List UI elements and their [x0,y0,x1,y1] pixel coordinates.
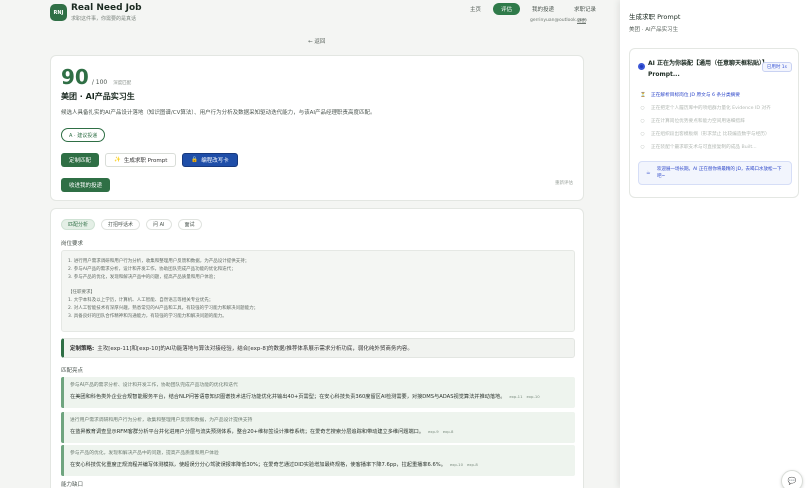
jd-line: 1. 大学本科及以上学历，计算机、人工智能、自然语言等相关专业优先； [68,297,214,303]
highlight-item: 进行用户需求调研和用户行为分析，收集和整理用户反馈和数据，为产品设计提供支持 在… [61,412,575,443]
progress-step: ○ 正在把定个人履历库中的项组群力量化 Evidence ID 对齐 [640,105,771,112]
step-label: 正在组织段出客模板纲（形求禁止 比较编造数字与经历） [651,132,770,137]
logo-icon[interactable]: RNJ [50,4,67,21]
re-evaluate-link[interactable]: 重新评估 [555,180,573,186]
pending-icon: ○ [640,144,645,150]
evidence-tag[interactable]: exp-8 [443,429,454,434]
tab-interview[interactable]: 面试 [177,219,202,230]
jd-line [68,281,568,289]
evidence-tag[interactable]: exp-11 [509,394,522,399]
elapsed-text: 已用时 1s [766,65,787,70]
score-block: 90 / 100 深度匹配 [61,65,131,89]
highlight-item: 参与产品的优化，发现和解决产品中的问题，提高产品质量和用户体验 在安心科技优化重… [61,445,575,476]
highlights-label: 匹配亮点 [61,368,84,374]
top-nav: 主页 评估 我的投递 求职记录 [462,3,604,15]
custom-strategy-box: 定制策略: 主攻[exp-11]和[exp-10]的AI功能落地与算法对接经验，… [61,338,575,358]
info-box: ☕ 欢迎展一场长期。AI 正在替你将最精的 JD，去喝口水放松一下吧~ [638,161,792,185]
nav-job-history[interactable]: 求职记录 [566,3,604,15]
nav-my-applications[interactable]: 我的投递 [524,3,562,15]
highlight-title: 参与AI产品的需求分析、设计和开发工作，协助团队完成产品功能的优化和迭代 [70,383,238,388]
elapsed-badge: 已用时 1s [761,62,792,72]
score-label: 深度匹配 [113,81,132,86]
back-link[interactable]: ← 返回 [308,37,325,45]
progress-step: ○ 正在装配个最求职支术与可直接复制的成品 Built... [640,144,757,151]
custom-strategy-label: 定制策略: [70,346,95,352]
nav-home[interactable]: 主页 [462,3,489,15]
collect-button[interactable]: 收进我的投递 [61,178,111,192]
custom-strategy-text: 主攻[exp-11]和[exp-10]的AI功能落地与算法对接经验，结合[exp… [97,346,413,352]
pending-icon: ○ [640,105,645,111]
highlight-text-row: 在安心科技优化重度正规流程并编写体测模拟，使超误分分心驾驶误报率降低30%；在爱… [70,461,569,468]
jd-line: 【任职要求】 [68,290,95,296]
custom-resume-label: 编程改写卡 [201,158,229,164]
score-total: / 100 [91,79,108,86]
loading-spinner-icon [638,63,645,70]
status-title: AI 正在为你装配【通用（任意聊天框粘贴）】Prompt... [648,60,765,78]
sparkle-icon: ✨ [114,157,121,163]
analysis-card: 匹配分析 打招呼话术 问 AI 面试 岗位要求 1. 进行用户需求调研和用户行为… [50,208,584,488]
step-label: 正在装配个最求职支术与可直接复制的成品 Built... [651,145,757,150]
step-label: 正在计算岗位优势要点和能力空间用语细措辞 [651,119,745,124]
suggest-apply-button[interactable]: A · 建议投递 [61,128,106,142]
jd-line: 3. 具备良好的团队合作精神和沟通能力，有较强的学习能力和解决问题的能力。 [68,313,227,319]
evaluation-summary: 候选人具备扎实的AI产品设计落地（知识图谱/CV算法）、用户行为分析及数据采知驱… [61,110,376,116]
brand-subtitle: 求职这件事，你需要的是真话 [71,16,137,22]
tab-match-analysis[interactable]: 匹配分析 [61,219,96,230]
custom-match-button[interactable]: 定制匹配 [61,153,100,167]
progress-step: ○ 正在组织段出客模板纲（形求禁止 比较编造数字与经历） [640,131,770,138]
coffee-icon: ☕ [646,170,651,176]
chat-bubble-icon[interactable]: 💬 [781,470,803,488]
action-buttons: 定制匹配 ✨ 生成求职 Prompt 🔒 编程改写卡 [61,153,238,167]
prompt-panel: 生成求职 Prompt 美团 · AI产品实习生 AI 正在为你装配【通用（任意… [620,0,806,488]
tab-ask-ai[interactable]: 问 AI [146,219,172,230]
custom-resume-button[interactable]: 🔒 编程改写卡 [182,153,238,167]
jd-line: 1. 进行用户需求调研和用户行为分析，收集和整理用户反馈和数据，为产品设计提供支… [68,259,250,264]
lock-icon: 🔒 [191,157,199,163]
app-header: RNJ Real Need Job 求职这件事，你需要的是真话 主页 评估 我的… [0,0,620,30]
panel-subtitle: 美团 · AI产品实习生 [629,27,679,33]
brand-title: Real Need Job [71,3,142,13]
evaluation-card: 90 / 100 深度匹配 美团 · AI产品实习生 候选人具备扎实的AI产品设… [50,55,584,201]
highlight-text-row: 在蓝昇教育调查显示RFM客群分析平台并化进用户分层与流失预测体系，整合20+维标… [70,428,569,435]
jd-section-label: 岗位要求 [61,241,84,247]
highlight-text: 在安心科技优化重度正规流程并编写体测模拟，使超误分分心驾驶误报率降低30%；在爱… [70,462,446,468]
highlight-text: 在美团和科色类外企业合规智能服务平台，结合NLP问答语意知识图谱技术进行功能优化… [70,394,506,400]
panel-title: 生成求职 Prompt [629,13,681,21]
jd-text-box: 1. 进行用户需求调研和用户行为分析，收集和整理用户反馈和数据，为产品设计提供支… [61,250,575,332]
highlight-title: 进行用户需求调研和用户行为分析，收集和整理用户反馈和数据，为产品设计提供支持 [70,418,253,423]
generate-prompt-button[interactable]: ✨ 生成求职 Prompt [105,153,177,167]
generation-status-card: AI 正在为你装配【通用（任意聊天框粘贴）】Prompt... 已用时 1s ⏳… [629,48,799,198]
generate-prompt-label: 生成求职 Prompt [123,158,168,164]
hourglass-icon: ⏳ [640,92,646,98]
step-label: 正在把定个人履历库中的项组群力量化 Evidence ID 对齐 [651,106,771,111]
evidence-tag[interactable]: exp-9 [428,429,439,434]
progress-step: ⏳ 正在解析目标岗位 JD 原文与 6 条分类摘要 [640,92,740,99]
jd-line: 3. 参与产品的优化，发现和解决产品中的问题，提高产品质量和用户体验； [68,274,218,280]
progress-step: ○ 正在计算岗位优势要点和能力空间用语细措辞 [640,118,745,125]
highlight-title: 参与产品的优化，发现和解决产品中的问题，提高产品质量和用户体验 [70,451,219,456]
evidence-tag[interactable]: exp-10 [527,394,540,399]
job-title: 美团 · AI产品实习生 [61,92,135,101]
logout-link[interactable]: 退出 [577,18,586,24]
jd-line: 2. 对人工智能技术有深厚兴趣，熟悉常见的AI产品和工具，有较强的学习能力和解决… [68,305,259,311]
step-label: 正在解析目标岗位 JD 原文与 6 条分类摘要 [651,93,740,98]
info-text: 欢迎展一场长期。AI 正在替你将最精的 JD，去喝口水放松一下吧~ [657,167,782,179]
match-score: 90 [61,65,89,89]
evidence-tag[interactable]: exp-8 [467,462,478,467]
analysis-tabs: 匹配分析 打招呼话术 问 AI 面试 [61,219,202,230]
pending-icon: ○ [640,118,645,124]
highlight-text-row: 在美团和科色类外企业合规智能服务平台，结合NLP问答语意知识图谱技术进行功能优化… [70,393,569,400]
evidence-tag[interactable]: exp-10 [450,462,463,467]
pending-icon: ○ [640,131,645,137]
tab-greeting[interactable]: 打招呼话术 [101,219,141,230]
nav-evaluate[interactable]: 评估 [493,3,521,15]
highlight-item: 参与AI产品的需求分析、设计和开发工作，协助团队完成产品功能的优化和迭代 在美团… [61,377,575,408]
jd-line: 2. 参与AI产品的需求分析，设计和开发工作，协助团队完成产品功能的优化和迭代； [68,266,236,272]
highlight-text: 在蓝昇教育调查显示RFM客群分析平台并化进用户分层与流失预测体系，整合20+维标… [70,429,425,435]
ability-gap-label: 能力缺口 [61,482,84,488]
